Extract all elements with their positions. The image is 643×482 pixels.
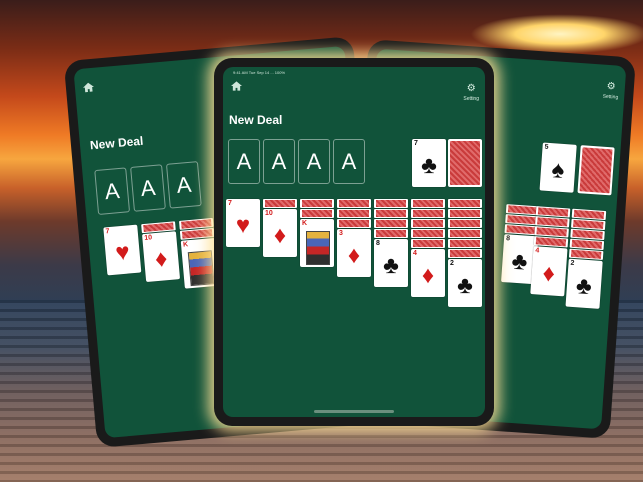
card-rank: 10 <box>265 210 273 217</box>
left-tableau-card[interactable]: 7 ♥ <box>103 224 142 276</box>
card-rank: 8 <box>376 240 380 247</box>
setting-label: Setting <box>463 96 479 102</box>
card-rank: 2 <box>570 259 575 268</box>
tableau-col6-facedown[interactable] <box>411 219 445 228</box>
tableau-col5-facedown[interactable] <box>374 199 408 208</box>
tableau-col6-facedown[interactable] <box>411 239 445 248</box>
club-suit-icon: ♣ <box>421 152 437 179</box>
tableau-col3-card[interactable]: K <box>300 219 334 267</box>
gear-icon: ⚙ <box>466 83 476 94</box>
right-tableau-card[interactable]: 2 ♣ <box>565 258 603 309</box>
tableau-col6-facedown[interactable] <box>411 209 445 218</box>
tableau-col7-facedown[interactable] <box>448 219 482 228</box>
setting-label: Setting <box>602 93 619 101</box>
right-stock-pile[interactable] <box>577 145 615 196</box>
card-rank: 5 <box>544 143 549 151</box>
tableau-col6-facedown[interactable] <box>411 229 445 238</box>
stock-pile[interactable] <box>448 139 482 187</box>
settings-button[interactable]: ⚙ Setting <box>602 76 619 101</box>
card-rank: K <box>182 241 189 249</box>
card-rank: K <box>302 220 308 227</box>
king-face-picture <box>187 250 215 287</box>
tableau-col7-facedown[interactable] <box>448 229 482 238</box>
club-suit-icon: ♣ <box>575 272 593 301</box>
status-bar: 9:41 AM Tue Sep 14 ... 100% <box>233 70 286 75</box>
home-icon[interactable] <box>83 82 95 93</box>
spade-suit-icon: ♠ <box>550 156 566 185</box>
left-tableau-card[interactable]: 10 ♦ <box>142 231 181 283</box>
tableau-col5-facedown[interactable] <box>374 219 408 228</box>
right-tableau-card[interactable]: 4 ♦ <box>530 246 568 297</box>
waste-card[interactable]: 7 ♣ <box>412 139 446 187</box>
diamond-suit-icon: ♦ <box>347 242 361 269</box>
card-rank: 7 <box>414 140 418 147</box>
tableau-col6-card[interactable]: 4 ♦ <box>411 249 445 297</box>
tableau-col7-facedown[interactable] <box>448 209 482 218</box>
club-suit-icon: ♣ <box>457 272 473 299</box>
tableau-col3-facedown[interactable] <box>300 199 334 208</box>
home-indicator[interactable] <box>314 410 394 413</box>
foundation-4[interactable]: A <box>333 139 365 184</box>
tableau-col5-facedown[interactable] <box>374 229 408 238</box>
home-icon[interactable] <box>231 81 242 91</box>
left-foundation-3[interactable]: A <box>165 161 202 209</box>
card-rank: 3 <box>339 230 343 237</box>
diamond-suit-icon: ♦ <box>273 222 287 249</box>
left-foundation-2[interactable]: A <box>130 164 166 212</box>
tableau-col7-facedown[interactable] <box>448 249 482 258</box>
card-rank: 7 <box>105 228 110 236</box>
diamond-suit-icon: ♦ <box>153 245 169 274</box>
tableau-col4-card[interactable]: 3 ♦ <box>337 229 371 277</box>
club-suit-icon: ♣ <box>383 252 399 279</box>
foundation-1[interactable]: A <box>228 139 260 184</box>
card-rank: 8 <box>505 235 511 243</box>
center-tablet: 9:41 AM Tue Sep 14 ... 100% ⚙ Setting Ne… <box>214 58 494 426</box>
gear-icon: ⚙ <box>606 80 616 93</box>
tableau-col5-facedown[interactable] <box>374 209 408 218</box>
new-deal-button[interactable]: New Deal <box>229 113 282 127</box>
card-rank: 10 <box>144 234 153 242</box>
tableau-col7-facedown[interactable] <box>448 239 482 248</box>
card-rank: 4 <box>535 247 540 255</box>
game-screen: 9:41 AM Tue Sep 14 ... 100% ⚙ Setting Ne… <box>223 67 485 417</box>
tableau-col7-facedown[interactable] <box>448 199 482 208</box>
heart-suit-icon: ♥ <box>235 212 251 239</box>
tableau-col2-facedown[interactable] <box>263 199 297 208</box>
tableau-col3-facedown[interactable] <box>300 209 334 218</box>
tableau-col2-card[interactable]: 10 ♦ <box>263 209 297 257</box>
king-face-picture <box>306 231 330 265</box>
diamond-suit-icon: ♦ <box>421 262 435 289</box>
card-rank: 4 <box>413 250 417 257</box>
tableau-col4-facedown[interactable] <box>337 209 371 218</box>
tableau-col5-card[interactable]: 8 ♣ <box>374 239 408 287</box>
tableau-col7-card[interactable]: 2 ♣ <box>448 259 482 307</box>
heart-suit-icon: ♥ <box>114 238 131 267</box>
diamond-suit-icon: ♦ <box>541 259 556 288</box>
tableau-col4-facedown[interactable] <box>337 199 371 208</box>
foundation-2[interactable]: A <box>263 139 295 184</box>
left-foundation-1[interactable]: A <box>94 167 131 215</box>
tableau-col4-facedown[interactable] <box>337 219 371 228</box>
left-page-title: New Deal <box>89 133 144 153</box>
settings-button[interactable]: ⚙ Setting <box>463 78 479 103</box>
card-rank: 7 <box>228 200 232 207</box>
right-waste-card[interactable]: 5 ♠ <box>539 142 577 193</box>
tableau-col1-card[interactable]: 7 ♥ <box>226 199 260 247</box>
card-rank: 2 <box>450 260 454 267</box>
tableau-col6-facedown[interactable] <box>411 199 445 208</box>
foundation-3[interactable]: A <box>298 139 330 184</box>
